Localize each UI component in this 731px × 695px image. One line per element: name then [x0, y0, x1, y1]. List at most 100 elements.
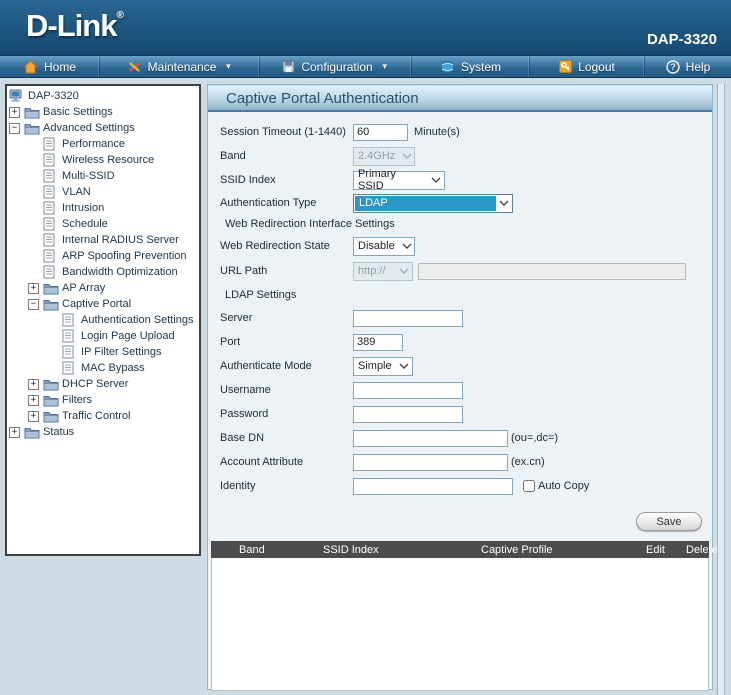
chevron-down-icon — [428, 177, 444, 183]
tree-item-intrusion[interactable]: Intrusion — [9, 200, 199, 216]
table-body-empty — [211, 558, 709, 691]
tree-expander-plus-icon[interactable]: + — [28, 408, 43, 424]
tree-expander-minus-icon[interactable]: − — [28, 296, 43, 312]
tree-item-label: Status — [43, 426, 75, 438]
tree-item-label: Intrusion — [62, 202, 105, 214]
web-redirection-state-select[interactable]: Disable — [353, 236, 415, 256]
session-timeout-input[interactable] — [353, 123, 408, 141]
tree-item-internal-radius-server[interactable]: Internal RADIUS Server — [9, 232, 199, 248]
tree-item-status[interactable]: + Status — [9, 424, 199, 440]
doc-icon — [43, 216, 61, 232]
auth-type-select[interactable]: LDAP — [353, 193, 513, 213]
col-captive-profile: Captive Profile — [481, 543, 553, 556]
server-input[interactable] — [353, 309, 463, 327]
nav-logout[interactable]: Logout — [530, 56, 645, 77]
tree-item-label: Multi-SSID — [62, 170, 115, 182]
band-row: Band 2.4GHz — [208, 144, 712, 168]
tree-item-label: Captive Portal — [62, 298, 132, 310]
tree-item-arp-spoofing-prevention[interactable]: ARP Spoofing Prevention — [9, 248, 199, 264]
tree-item-label: Filters — [62, 394, 92, 406]
tree-expander-plus-icon[interactable]: + — [28, 376, 43, 392]
tree-item-label: IP Filter Settings — [81, 346, 162, 358]
identity-label: Identity — [220, 480, 256, 492]
account-attribute-hint: (ex.cn) — [511, 456, 545, 468]
tree-item-label: ARP Spoofing Prevention — [62, 250, 187, 262]
identity-row: Identity Auto Copy — [208, 474, 712, 498]
nav-home[interactable]: Home — [0, 56, 100, 77]
tree-item-traffic-control[interactable]: + Traffic Control — [9, 408, 199, 424]
nav-maintenance[interactable]: Maintenance ▼ — [100, 56, 260, 77]
tree-item-wireless-resource[interactable]: Wireless Resource — [9, 152, 199, 168]
tree-item-basic-settings[interactable]: + Basic Settings — [9, 104, 199, 120]
header-banner: D-Link® DAP-3320 — [0, 0, 731, 56]
chevron-down-icon: ▼ — [380, 62, 389, 71]
tree-item-label: Schedule — [62, 218, 108, 230]
tree-item-label: Wireless Resource — [62, 154, 155, 166]
captive-portal-form: Session Timeout (1-1440) Minute(s) Band … — [208, 112, 712, 531]
tree-item-advanced-settings[interactable]: − Advanced Settings — [9, 120, 199, 136]
port-label: Port — [220, 336, 241, 348]
tree-item-dap-3320[interactable]: DAP-3320 — [9, 88, 199, 104]
tree-item-label: Performance — [62, 138, 125, 150]
username-input[interactable] — [353, 381, 463, 399]
tree-item-authentication-settings[interactable]: Authentication Settings — [9, 312, 199, 328]
doc-icon — [62, 328, 80, 344]
account-attribute-input[interactable] — [353, 453, 508, 471]
chevron-down-icon — [396, 268, 412, 274]
nav-configuration[interactable]: Configuration ▼ — [260, 56, 412, 77]
tree-expander-plus-icon[interactable]: + — [28, 280, 43, 296]
authenticate-mode-select[interactable]: Simple — [353, 356, 413, 376]
username-row: Username — [208, 378, 712, 402]
right-rail-divider — [717, 84, 725, 695]
ssid-index-select[interactable]: Primary SSID — [353, 168, 445, 192]
tree-expander-plus-icon[interactable]: + — [28, 392, 43, 408]
tree-item-ip-filter-settings[interactable]: IP Filter Settings — [9, 344, 199, 360]
tree-item-performance[interactable]: Performance — [9, 136, 199, 152]
port-input[interactable] — [353, 333, 403, 351]
tree-item-mac-bypass[interactable]: MAC Bypass — [9, 360, 199, 376]
tree-item-schedule[interactable]: Schedule — [9, 216, 199, 232]
tree-item-dhcp-server[interactable]: + DHCP Server — [9, 376, 199, 392]
folder-icon — [43, 392, 61, 408]
authenticate-mode-row: Authenticate Mode Simple — [208, 354, 712, 378]
ldap-section-header: LDAP Settings — [225, 289, 297, 301]
base-dn-input[interactable] — [353, 429, 508, 447]
tree-item-filters[interactable]: + Filters — [9, 392, 199, 408]
col-edit: Edit — [646, 543, 665, 556]
save-disk-icon — [282, 60, 295, 73]
tree-item-login-page-upload[interactable]: Login Page Upload — [9, 328, 199, 344]
password-input[interactable] — [353, 405, 463, 423]
tree-item-captive-portal[interactable]: − Captive Portal — [9, 296, 199, 312]
tree-item-vlan[interactable]: VLAN — [9, 184, 199, 200]
auto-copy-checkbox[interactable] — [523, 480, 535, 492]
nav-help[interactable]: ? Help — [645, 56, 731, 77]
server-row: Server — [208, 306, 712, 330]
url-path-row: URL Path http:// — [208, 258, 712, 284]
tree-item-ap-array[interactable]: + AP Array — [9, 280, 199, 296]
save-button[interactable]: Save — [636, 512, 702, 531]
tree-item-bandwidth-optimization[interactable]: Bandwidth Optimization — [9, 264, 199, 280]
app-window: D-Link® DAP-3320 Home Maintenance ▼ Conf… — [0, 0, 731, 695]
doc-icon — [43, 248, 61, 264]
tree-item-multi-ssid[interactable]: Multi-SSID — [9, 168, 199, 184]
identity-input[interactable] — [353, 477, 513, 495]
tree-item-label: Authentication Settings — [81, 314, 194, 326]
main-content-panel: Captive Portal Authentication Session Ti… — [207, 84, 718, 691]
folder-icon — [24, 104, 42, 120]
tree-expander-plus-icon[interactable]: + — [9, 104, 24, 120]
page-title: Captive Portal Authentication — [208, 85, 712, 112]
ssid-index-row: SSID Index Primary SSID — [208, 168, 712, 192]
chevron-down-icon — [399, 243, 415, 249]
tree-expander-plus-icon[interactable]: + — [9, 424, 24, 440]
save-row: Save — [208, 512, 712, 531]
tree-expander-minus-icon[interactable]: − — [9, 120, 24, 136]
nav-system[interactable]: System — [412, 56, 530, 77]
